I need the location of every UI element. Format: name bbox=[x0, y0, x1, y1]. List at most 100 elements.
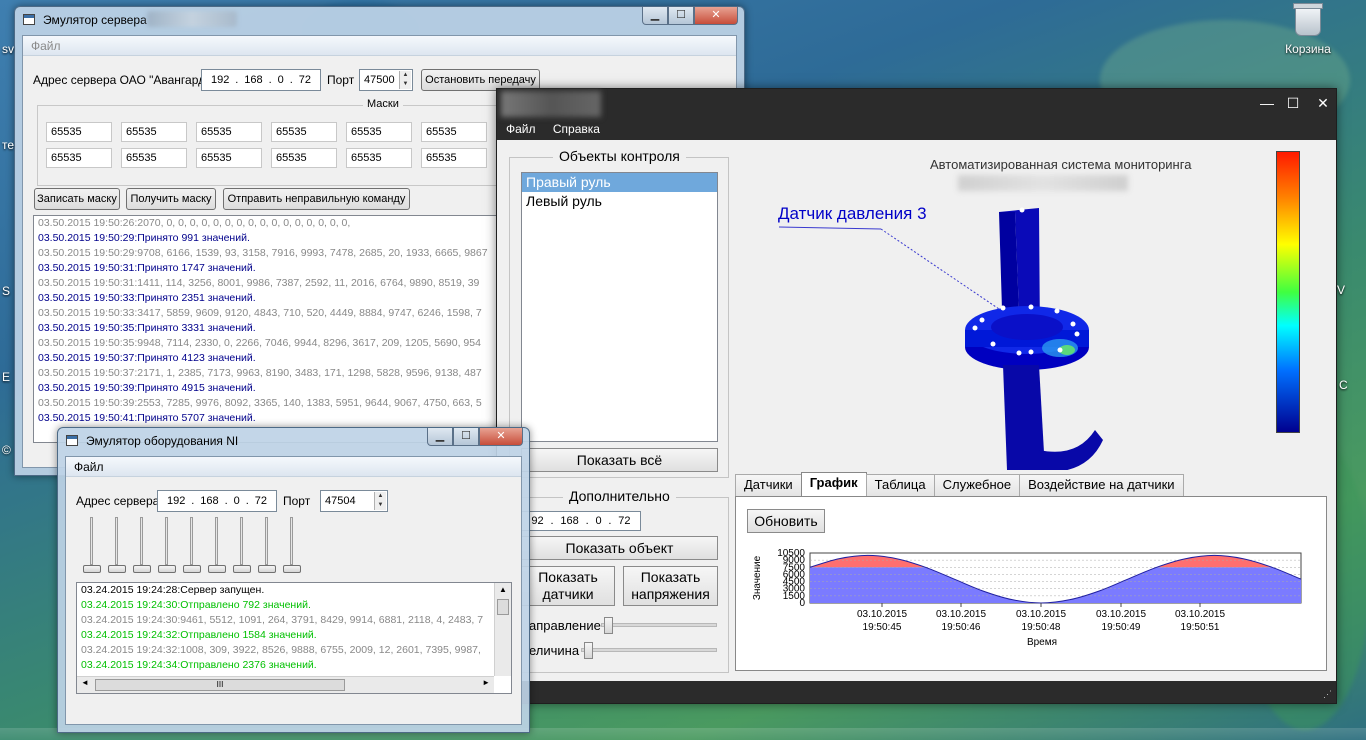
title-bar[interactable]: Эмулятор оборудования NI ▁ ☐ ✕ bbox=[58, 428, 529, 454]
close-button[interactable]: ✕ bbox=[479, 428, 523, 446]
rudder-3d-model[interactable] bbox=[777, 200, 1207, 470]
mask-field[interactable]: 65535 bbox=[196, 148, 262, 168]
maximize-button[interactable]: ☐ bbox=[1283, 95, 1303, 112]
list-item[interactable]: Правый руль bbox=[522, 173, 717, 192]
channel-slider[interactable] bbox=[183, 517, 201, 575]
ni-ip-input[interactable]: 192. 168. 0. 72 bbox=[157, 490, 277, 512]
mask-field[interactable]: 65535 bbox=[121, 122, 187, 142]
mask-field[interactable]: 65535 bbox=[196, 122, 262, 142]
title-bar[interactable]: Эмулятор сервера ▁ ☐ ✕ bbox=[15, 7, 744, 33]
channel-slider[interactable] bbox=[83, 517, 101, 575]
minimize-button[interactable]: ▁ bbox=[642, 7, 668, 25]
magnitude-slider[interactable] bbox=[581, 642, 717, 659]
show-sensors-button[interactable]: Показать датчики bbox=[521, 566, 615, 606]
slider-handle[interactable] bbox=[133, 565, 151, 573]
maximize-button[interactable]: ☐ bbox=[453, 428, 479, 446]
ip-dot: . bbox=[268, 74, 272, 86]
x-tick-label: 19:50:48 bbox=[1022, 622, 1061, 633]
list-item[interactable]: Левый руль bbox=[522, 192, 717, 211]
show-all-button[interactable]: Показать всё bbox=[521, 448, 718, 472]
slider-handle[interactable] bbox=[183, 565, 201, 573]
button-line: Показать bbox=[640, 569, 701, 585]
menu-file[interactable]: Файл bbox=[74, 460, 104, 474]
port-spinbox[interactable]: 47500 ▲ ▼ bbox=[359, 69, 413, 91]
server-ip-input[interactable]: 192. 168. 0. 72 bbox=[201, 69, 321, 91]
close-button[interactable]: ✕ bbox=[694, 7, 738, 25]
slider-handle[interactable] bbox=[233, 565, 251, 573]
channel-slider[interactable] bbox=[258, 517, 276, 575]
mask-field[interactable]: 65535 bbox=[121, 148, 187, 168]
slider-handle[interactable] bbox=[158, 565, 176, 573]
recycle-bin[interactable]: Корзина bbox=[1278, 3, 1338, 56]
slider-handle[interactable] bbox=[604, 617, 613, 634]
channel-slider[interactable] bbox=[133, 517, 151, 575]
channel-slider[interactable] bbox=[208, 517, 226, 575]
ip-octet: 168 bbox=[560, 515, 579, 527]
x-tick-label: 19:50:45 bbox=[863, 622, 902, 633]
slider-handle[interactable] bbox=[283, 565, 301, 573]
refresh-button[interactable]: Обновить bbox=[747, 509, 825, 533]
slider-handle[interactable] bbox=[108, 565, 126, 573]
minimize-button[interactable]: ▁ bbox=[427, 428, 453, 446]
tab-service[interactable]: Служебное bbox=[933, 474, 1021, 496]
menu-file[interactable]: Файл bbox=[506, 122, 536, 136]
mask-field[interactable]: 65535 bbox=[271, 148, 337, 168]
tab-sensors[interactable]: Датчики bbox=[735, 474, 802, 496]
close-button[interactable]: ✕ bbox=[1313, 95, 1333, 112]
mask-field[interactable]: 65535 bbox=[421, 148, 487, 168]
ip-dot: . bbox=[289, 74, 293, 86]
tab-graph[interactable]: График bbox=[800, 472, 867, 496]
scroll-thumb[interactable] bbox=[497, 599, 509, 615]
size-grip-icon[interactable]: ⋰ bbox=[1323, 689, 1332, 700]
slider-handle[interactable] bbox=[584, 642, 593, 659]
ni-emulator-window[interactable]: Эмулятор оборудования NI ▁ ☐ ✕ Файл Адре… bbox=[57, 427, 530, 733]
minimize-button[interactable]: — bbox=[1257, 95, 1277, 111]
tab-table[interactable]: Таблица bbox=[865, 474, 935, 496]
slider-handle[interactable] bbox=[208, 565, 226, 573]
menu-file[interactable]: Файл bbox=[31, 39, 61, 53]
show-object-button[interactable]: Показать объект bbox=[521, 536, 718, 560]
channel-slider[interactable] bbox=[108, 517, 126, 575]
spin-arrows-icon[interactable]: ▲ ▼ bbox=[374, 492, 386, 510]
monitoring-window[interactable]: — ☐ ✕ Файл Справка Объекты контроля Прав… bbox=[496, 88, 1337, 704]
scroll-up-icon[interactable]: ▲ bbox=[495, 583, 511, 597]
horizontal-scrollbar[interactable]: ◄ III ► bbox=[77, 676, 494, 693]
scroll-thumb[interactable]: III bbox=[95, 679, 345, 691]
title-bar[interactable]: — ☐ ✕ bbox=[497, 89, 1336, 119]
slider-handle[interactable] bbox=[83, 565, 101, 573]
mask-field[interactable]: 65535 bbox=[271, 122, 337, 142]
ip-dot: . bbox=[191, 495, 195, 507]
slider-handle[interactable] bbox=[258, 565, 276, 573]
objects-title: Объекты контроля bbox=[553, 148, 686, 164]
object-ip-input[interactable]: 92. 168. 0. 72 bbox=[521, 511, 641, 531]
send-wrong-command-button[interactable]: Отправить неправильную команду bbox=[223, 188, 410, 210]
x-axis-label: Время bbox=[1027, 637, 1057, 648]
channel-slider[interactable] bbox=[283, 517, 301, 575]
vertical-scrollbar[interactable]: ▲ bbox=[494, 583, 511, 676]
direction-slider[interactable] bbox=[601, 617, 717, 634]
ni-log[interactable]: 03.24.2015 19:24:28:Сервер запущен. 03.24… bbox=[76, 582, 512, 694]
menu-help[interactable]: Справка bbox=[553, 122, 600, 136]
channel-slider[interactable] bbox=[233, 517, 251, 575]
spin-arrows-icon[interactable]: ▲ ▼ bbox=[399, 71, 411, 89]
port-spinbox[interactable]: 47504 ▲ ▼ bbox=[320, 490, 388, 512]
monitoring-client-area: Объекты контроля Правый руль Левый руль … bbox=[497, 140, 1336, 681]
objects-list[interactable]: Правый руль Левый руль bbox=[521, 172, 718, 442]
mask-field[interactable]: 65535 bbox=[346, 148, 412, 168]
blurred-title-region bbox=[501, 91, 601, 117]
show-voltage-button[interactable]: Показать напряжения bbox=[623, 566, 718, 606]
mask-field[interactable]: 65535 bbox=[46, 122, 112, 142]
write-mask-button[interactable]: Записать маску bbox=[34, 188, 120, 210]
mask-field[interactable]: 65535 bbox=[346, 122, 412, 142]
mask-field[interactable]: 65535 bbox=[421, 122, 487, 142]
scroll-right-icon[interactable]: ► bbox=[482, 678, 490, 687]
channel-slider[interactable] bbox=[158, 517, 176, 575]
tab-sensor-impact[interactable]: Воздействие на датчики bbox=[1019, 474, 1184, 496]
scroll-left-icon[interactable]: ◄ bbox=[81, 678, 89, 687]
maximize-button[interactable]: ☐ bbox=[668, 7, 694, 25]
slider-track bbox=[290, 517, 293, 565]
mask-field[interactable]: 65535 bbox=[46, 148, 112, 168]
desktop-edge-text: V bbox=[1337, 283, 1346, 297]
ip-octet: 168 bbox=[244, 74, 263, 86]
get-mask-button[interactable]: Получить маску bbox=[126, 188, 216, 210]
